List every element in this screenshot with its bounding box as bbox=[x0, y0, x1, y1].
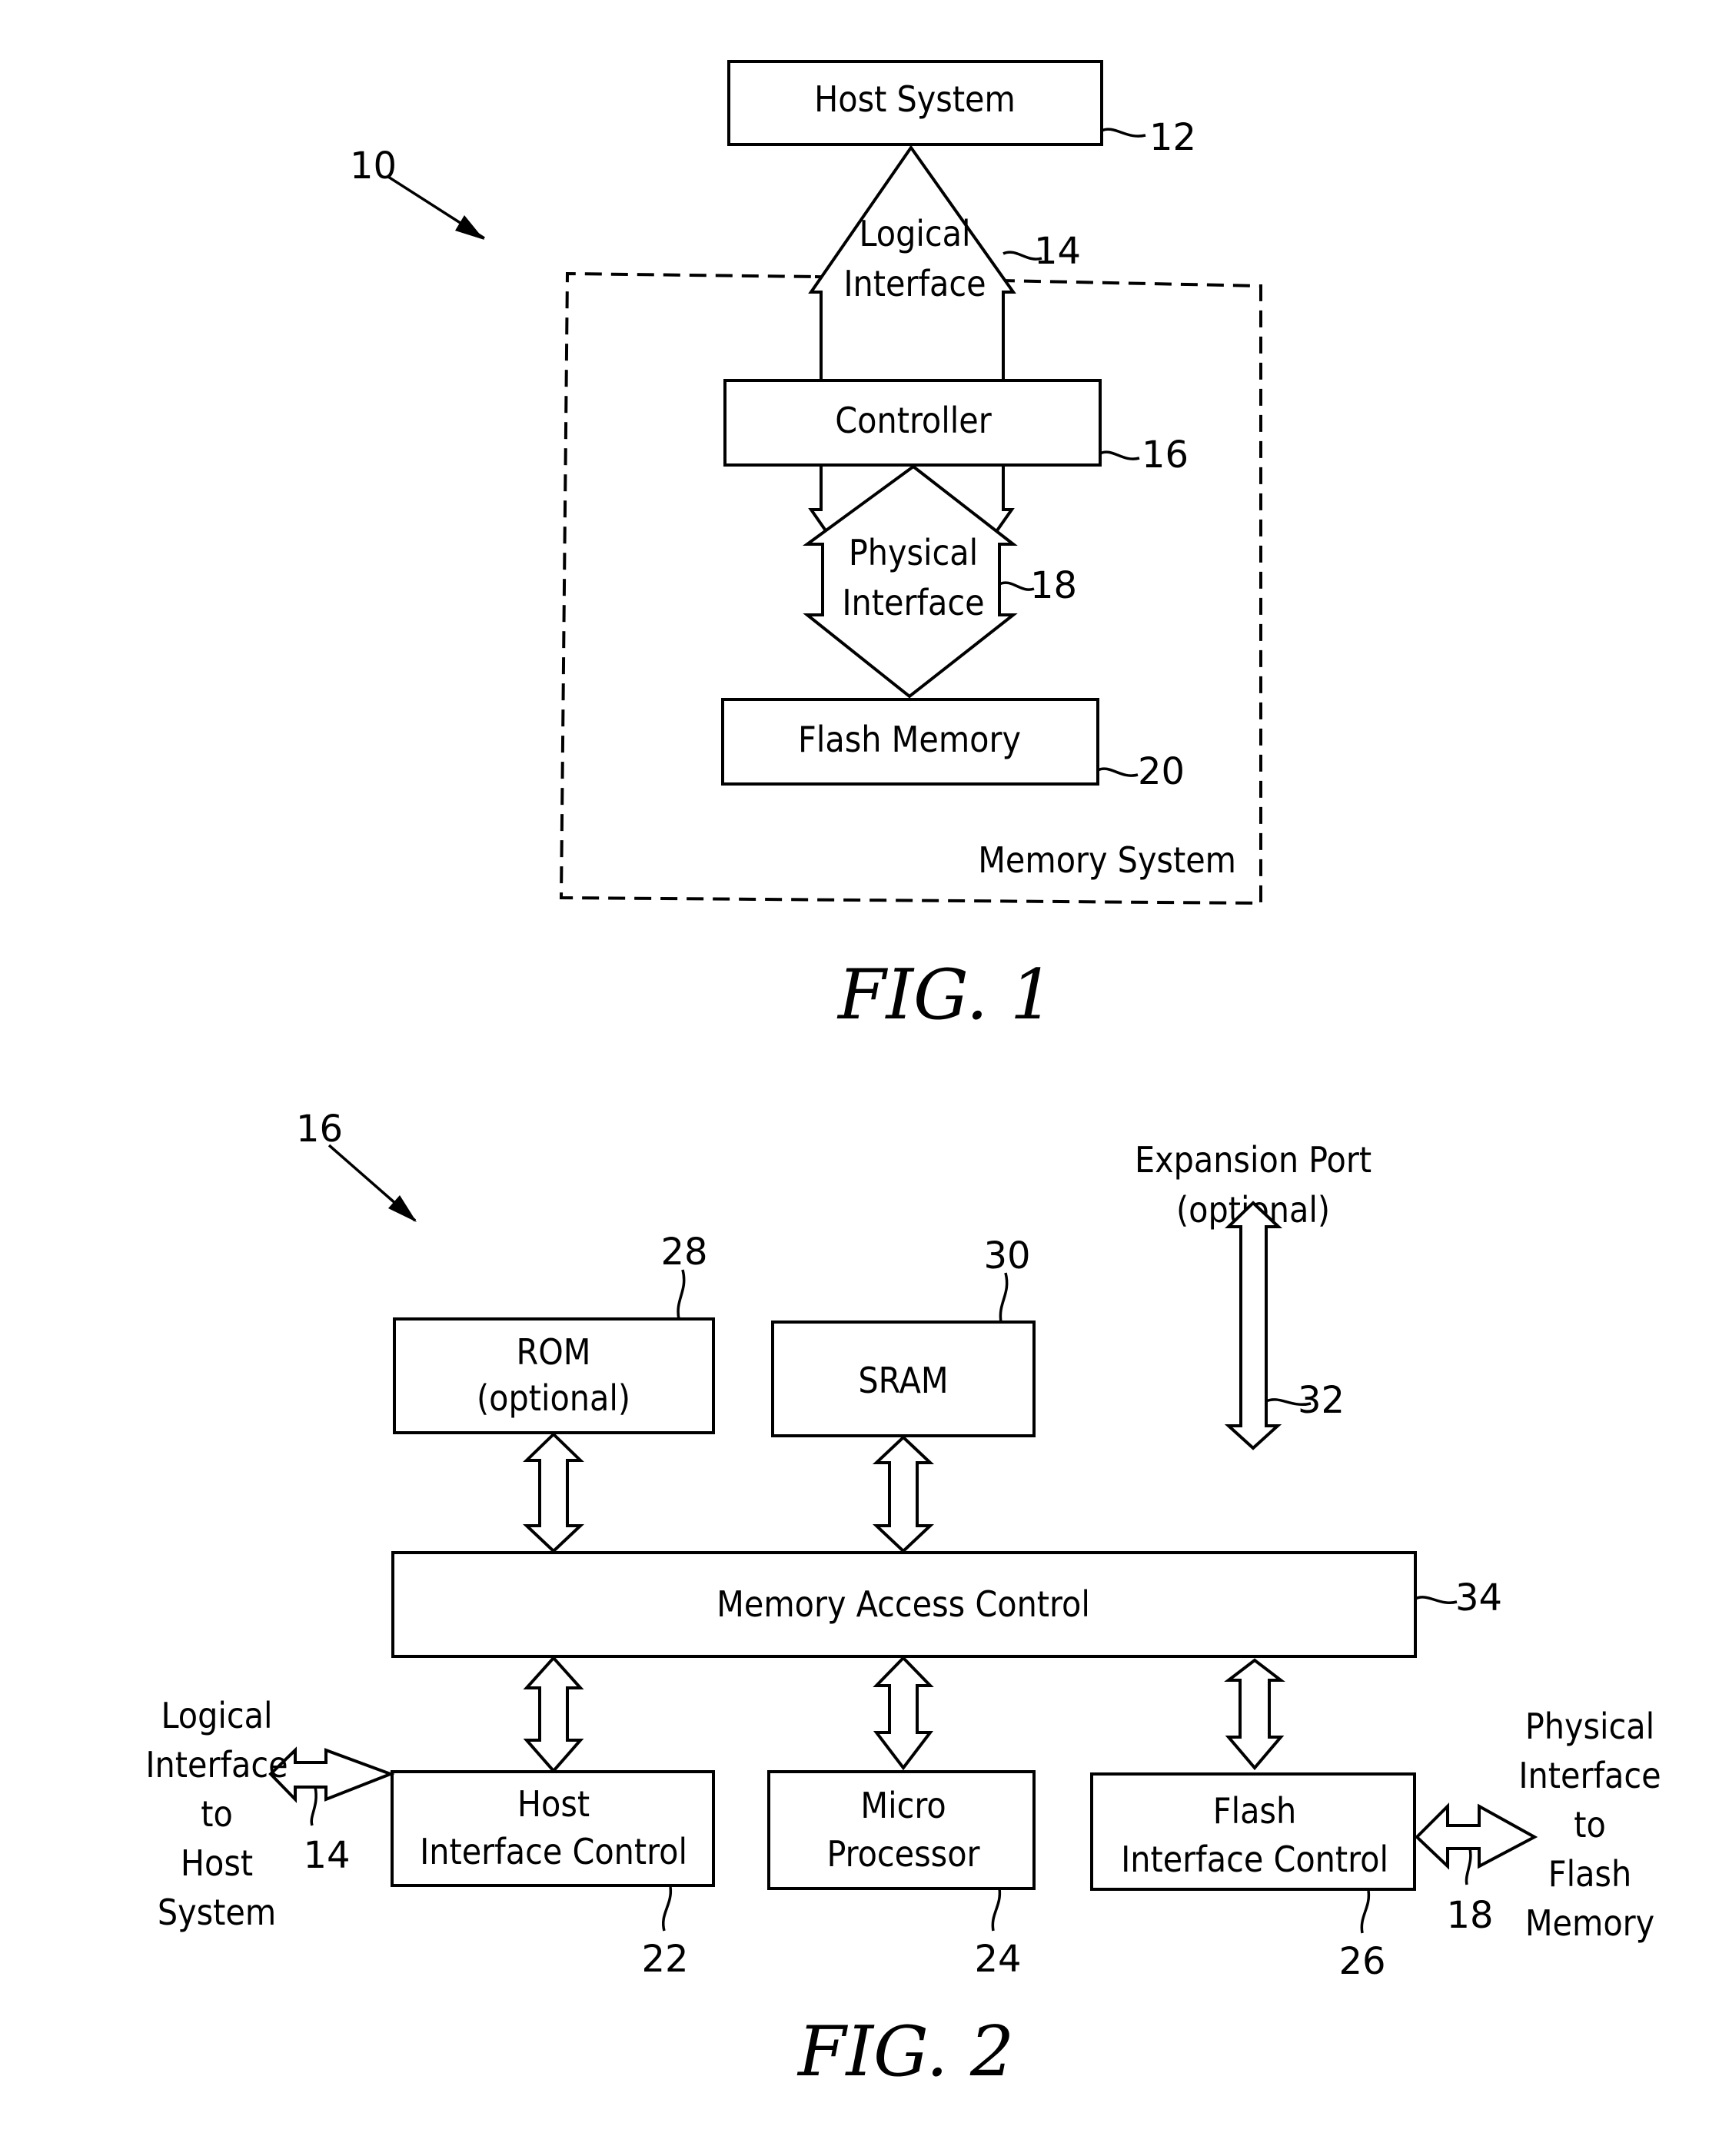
mac-flash-interface-arrow bbox=[1224, 1658, 1285, 1771]
fig2-caption: FIG. 2 bbox=[796, 2011, 1014, 2092]
flash-memory-leader bbox=[1097, 767, 1139, 777]
fig1-overall-ref: 10 bbox=[350, 145, 397, 188]
mac-host-interface-arrow bbox=[523, 1656, 584, 1774]
expansion-port-arrow bbox=[1224, 1201, 1283, 1450]
rom-line2: (optional) bbox=[477, 1377, 630, 1419]
mac-microprocessor-arrow bbox=[873, 1656, 934, 1771]
flash-interface-control-ref: 26 bbox=[1338, 1940, 1385, 1983]
logical-side-line4: Host bbox=[181, 1842, 253, 1884]
micro-processor-leader bbox=[991, 1888, 1002, 1932]
controller-ref: 16 bbox=[1142, 434, 1189, 477]
controller-leader bbox=[1099, 450, 1140, 460]
host-system-label: Host System bbox=[814, 78, 1016, 120]
logical-interface-host-arrow bbox=[268, 1746, 395, 1803]
host-interface-control-line1: Host bbox=[517, 1783, 590, 1825]
logical-side-line5: System bbox=[158, 1892, 276, 1933]
micro-processor-ref: 24 bbox=[974, 1938, 1021, 1981]
host-system-leader bbox=[1101, 128, 1146, 138]
logical-interface-host-label: Logical Interface to Host System bbox=[145, 1695, 288, 1933]
sram-mac-arrow bbox=[872, 1435, 935, 1553]
physical-interface-flash-ref: 18 bbox=[1446, 1894, 1493, 1937]
expansion-port-line1: Expansion Port bbox=[1135, 1139, 1372, 1181]
physical-interface-flash-label: Physical Interface to Flash Memory bbox=[1518, 1706, 1661, 1944]
physical-interface-flash-arrow bbox=[1415, 1802, 1538, 1870]
logical-interface-host-leader bbox=[310, 1786, 318, 1826]
physical-side-line4: Flash bbox=[1548, 1853, 1631, 1895]
patent-figures-canvas: 10 Memory System Host System 12 Logical … bbox=[145, 60, 1661, 2092]
expansion-port-ref: 32 bbox=[1298, 1379, 1345, 1422]
host-system-ref: 12 bbox=[1149, 116, 1196, 159]
memory-access-control-leader bbox=[1415, 1596, 1458, 1604]
figure-1: 10 Memory System Host System 12 Logical … bbox=[350, 60, 1262, 1035]
sram-leader bbox=[999, 1272, 1009, 1323]
rom-leader bbox=[677, 1269, 686, 1320]
logical-interface-ref: 14 bbox=[1034, 230, 1081, 273]
micro-processor-line1: Micro bbox=[860, 1785, 946, 1826]
sram-ref: 30 bbox=[983, 1234, 1030, 1277]
logical-interface-host-ref: 14 bbox=[303, 1834, 350, 1877]
logical-interface-line2: Interface bbox=[843, 263, 986, 304]
host-interface-control-ref: 22 bbox=[641, 1938, 688, 1981]
controller-label: Controller bbox=[835, 400, 992, 441]
physical-side-line2: Interface bbox=[1518, 1755, 1661, 1796]
host-interface-control-leader bbox=[662, 1886, 673, 1932]
logical-interface-line1: Logical bbox=[860, 213, 971, 254]
physical-interface-ref: 18 bbox=[1030, 564, 1077, 607]
flash-memory-label: Flash Memory bbox=[798, 719, 1021, 760]
host-interface-control-line2: Interface Control bbox=[420, 1831, 687, 1872]
flash-interface-control-line2: Interface Control bbox=[1121, 1839, 1388, 1880]
logical-side-line1: Logical bbox=[161, 1695, 273, 1736]
rom-line1: ROM bbox=[516, 1331, 590, 1373]
logical-side-line3: to bbox=[201, 1793, 233, 1835]
physical-interface-line2: Interface bbox=[842, 582, 984, 623]
physical-interface-flash-leader bbox=[1465, 1848, 1472, 1885]
physical-side-line3: to bbox=[1574, 1804, 1606, 1845]
rom-mac-arrow bbox=[522, 1432, 585, 1553]
sram-label: SRAM bbox=[858, 1360, 948, 1401]
physical-interface-line1: Physical bbox=[849, 532, 978, 573]
micro-processor-line2: Processor bbox=[826, 1833, 980, 1875]
memory-system-label: Memory System bbox=[978, 839, 1236, 881]
physical-side-line1: Physical bbox=[1525, 1706, 1654, 1747]
flash-memory-ref: 20 bbox=[1138, 750, 1185, 793]
logical-side-line2: Interface bbox=[145, 1744, 288, 1786]
rom-ref: 28 bbox=[660, 1231, 707, 1274]
physical-interface-leader bbox=[999, 581, 1035, 591]
flash-interface-control-line1: Flash bbox=[1213, 1790, 1296, 1832]
fig1-pointer-arrowhead-icon bbox=[455, 215, 484, 240]
fig2-overall-ref: 16 bbox=[296, 1108, 343, 1151]
flash-interface-control-leader bbox=[1360, 1890, 1371, 1934]
figure-2: 16 ROM (optional) 28 SRAM 30 Expansion P… bbox=[145, 1108, 1661, 2092]
physical-side-line5: Memory bbox=[1525, 1902, 1654, 1944]
memory-access-control-ref: 34 bbox=[1455, 1576, 1502, 1619]
fig1-caption: FIG. 1 bbox=[836, 955, 1054, 1035]
memory-access-control-label: Memory Access Control bbox=[717, 1583, 1090, 1625]
